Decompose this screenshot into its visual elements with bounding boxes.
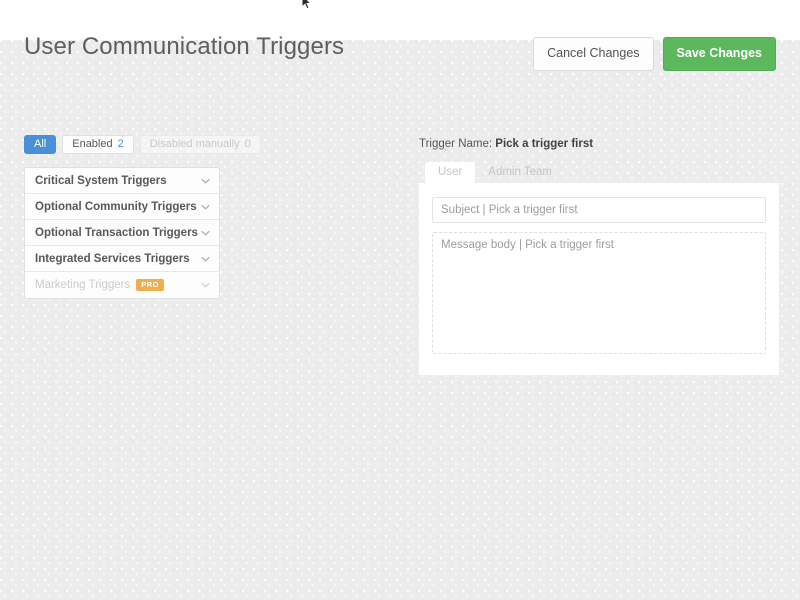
- accordion-item-optional-transaction-triggers[interactable]: Optional Transaction Triggers: [25, 220, 219, 246]
- filter-disabled-manually[interactable]: Disabled manually 0: [139, 135, 261, 154]
- page-title: User Communication Triggers: [24, 33, 345, 60]
- detail-tabs: User Admin Team: [419, 161, 779, 183]
- chevron-down-icon: [201, 176, 210, 185]
- filter-all[interactable]: All: [24, 135, 57, 154]
- trigger-name-value: Pick a trigger first: [495, 138, 594, 150]
- accordion-item-label: Critical System Triggers: [35, 174, 167, 187]
- accordion-item-marketing-triggers[interactable]: Marketing Triggers PRO: [25, 272, 219, 298]
- accordion-item-label: Integrated Services Triggers: [35, 252, 190, 265]
- filter-enabled-label: Enabled: [72, 138, 113, 150]
- chevron-down-icon: [201, 228, 210, 237]
- accordion-item-label: Marketing Triggers: [35, 279, 131, 291]
- accordion-item-label: Optional Transaction Triggers: [35, 226, 198, 239]
- app-viewport: User Communication Triggers Cancel Chang…: [0, 0, 800, 600]
- message-editor-panel: [419, 183, 779, 375]
- filter-enabled[interactable]: Enabled 2: [62, 135, 134, 154]
- accordion-item-label: Optional Community Triggers: [35, 200, 197, 213]
- chevron-down-icon: [201, 202, 210, 211]
- filter-tabs: All Enabled 2 Disabled manually 0: [24, 135, 261, 154]
- filter-all-label: All: [34, 138, 47, 150]
- tab-user[interactable]: User: [425, 161, 476, 183]
- subject-input[interactable]: [432, 197, 766, 223]
- cancel-changes-button[interactable]: Cancel Changes: [533, 37, 654, 71]
- accordion-item-optional-community-triggers[interactable]: Optional Community Triggers: [25, 194, 219, 220]
- pro-badge: PRO: [136, 279, 164, 291]
- chevron-down-icon: [201, 254, 210, 263]
- accordion-item-integrated-services-triggers[interactable]: Integrated Services Triggers: [25, 246, 219, 272]
- filter-enabled-count: 2: [117, 138, 124, 150]
- trigger-name-row: Trigger Name: Pick a trigger first: [419, 136, 779, 152]
- accordion-item-critical-system-triggers[interactable]: Critical System Triggers: [25, 168, 219, 194]
- page-header: User Communication Triggers Cancel Chang…: [24, 32, 776, 80]
- tab-admin-team[interactable]: Admin Team: [475, 162, 565, 184]
- message-body-textarea[interactable]: [432, 232, 766, 354]
- triggers-sidebar: All Enabled 2 Disabled manually 0 Critic…: [24, 135, 261, 299]
- trigger-group-accordion: Critical System Triggers Optional Commun…: [24, 167, 220, 299]
- trigger-name-label: Trigger Name:: [419, 138, 493, 150]
- header-actions: Cancel Changes Save Changes: [533, 37, 776, 71]
- filter-disabled-count: 0: [244, 138, 251, 150]
- filter-disabled-label: Disabled manually: [149, 138, 240, 150]
- trigger-detail-panel: Trigger Name: Pick a trigger first User …: [419, 136, 779, 375]
- save-changes-button[interactable]: Save Changes: [662, 37, 776, 71]
- chevron-down-icon: [201, 281, 210, 290]
